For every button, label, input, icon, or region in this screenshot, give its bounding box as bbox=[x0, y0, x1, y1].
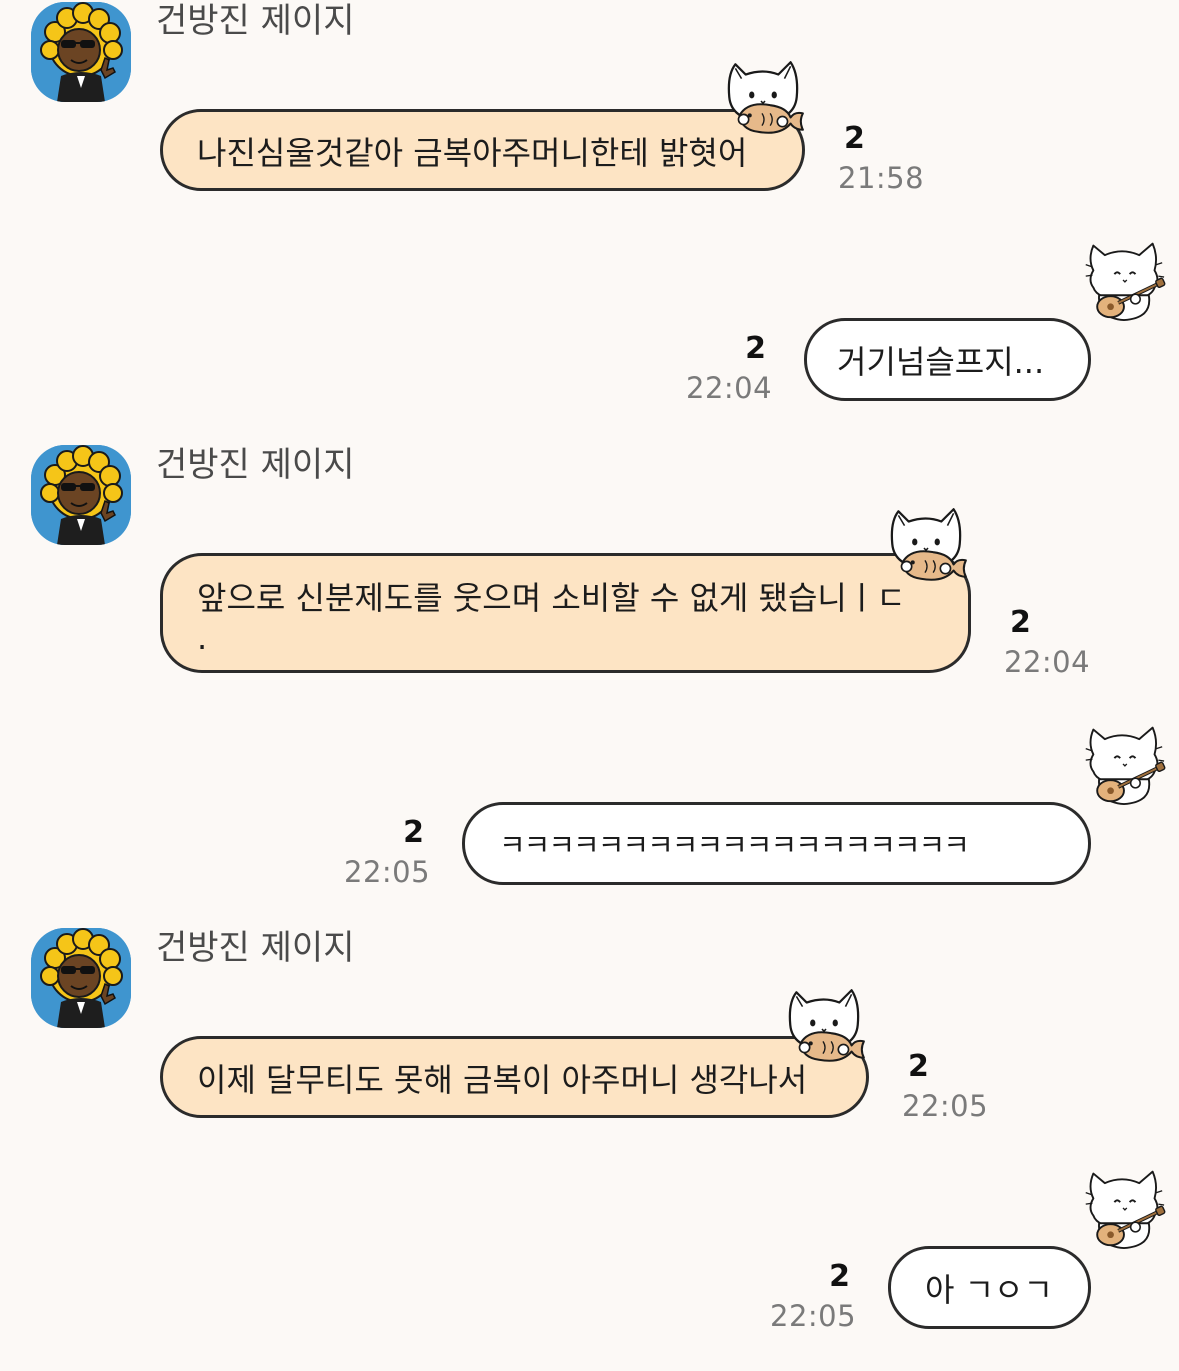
message-meta: 2 22:04 bbox=[686, 334, 772, 403]
unread-count: 2 bbox=[829, 1259, 850, 1294]
sender-avatar[interactable] bbox=[31, 445, 131, 545]
message-text: 거기넘슬프지... bbox=[837, 343, 1045, 381]
sender-name: 건방진 제이지 bbox=[156, 928, 355, 968]
message-meta: 2 22:05 bbox=[770, 1262, 856, 1331]
message-text: 이제 달무티도 못해 금복이 아주머니 생각나서 bbox=[197, 1061, 808, 1099]
message-text: 앞으로 신분제도를 웃으며 소비할 수 없게 됐습니ㅣㄷ . bbox=[197, 579, 906, 657]
jay-g-avatar-icon bbox=[31, 2, 131, 102]
cat-playing-guitar-sticker-icon bbox=[1080, 1164, 1166, 1250]
unread-count: 2 bbox=[745, 331, 766, 366]
message-bubble[interactable]: 이제 달무티도 못해 금복이 아주머니 생각나서 bbox=[160, 1036, 869, 1118]
jay-g-avatar-icon bbox=[31, 445, 131, 545]
message-time: 22:05 bbox=[344, 855, 431, 889]
message-meta: 2 22:05 bbox=[902, 1052, 988, 1121]
message-meta: 2 22:04 bbox=[1004, 608, 1090, 677]
message-time: 22:04 bbox=[686, 371, 773, 405]
jay-g-avatar-icon bbox=[31, 928, 131, 1028]
message-text: ㅋㅋㅋㅋㅋㅋㅋㅋㅋㅋㅋㅋㅋㅋㅋㅋㅋㅋㅋ bbox=[499, 828, 970, 862]
message-time: 21:58 bbox=[838, 161, 925, 195]
message-time: 22:05 bbox=[770, 1299, 857, 1333]
message-time: 22:05 bbox=[902, 1089, 989, 1123]
message-bubble[interactable]: 거기넘슬프지... bbox=[804, 318, 1091, 401]
message-time: 22:04 bbox=[1004, 645, 1091, 679]
message-bubble[interactable]: 앞으로 신분제도를 웃으며 소비할 수 없게 됐습니ㅣㄷ . bbox=[160, 553, 971, 673]
message-bubble[interactable]: ㅋㅋㅋㅋㅋㅋㅋㅋㅋㅋㅋㅋㅋㅋㅋㅋㅋㅋㅋ bbox=[462, 802, 1091, 885]
unread-count: 2 bbox=[403, 815, 424, 850]
message-meta: 2 22:05 bbox=[344, 818, 430, 887]
unread-count: 2 bbox=[908, 1049, 929, 1084]
sender-name: 건방진 제이지 bbox=[156, 445, 355, 485]
message-text: 아 ㄱㅇㄱ bbox=[925, 1271, 1053, 1309]
cat-playing-guitar-sticker-icon bbox=[1080, 236, 1166, 322]
unread-count: 2 bbox=[1010, 605, 1031, 640]
message-meta: 2 21:58 bbox=[838, 124, 924, 193]
cat-playing-guitar-sticker-icon bbox=[1080, 720, 1166, 806]
sender-avatar[interactable] bbox=[31, 2, 131, 102]
message-text: 나진심울것같아 금복아주머니한테 밝혓어 bbox=[197, 134, 748, 172]
sender-avatar[interactable] bbox=[31, 928, 131, 1028]
unread-count: 2 bbox=[844, 121, 865, 156]
sender-name: 건방진 제이지 bbox=[156, 1, 355, 41]
message-bubble[interactable]: 아 ㄱㅇㄱ bbox=[888, 1246, 1091, 1329]
message-bubble[interactable]: 나진심울것같아 금복아주머니한테 밝혓어 bbox=[160, 109, 805, 191]
